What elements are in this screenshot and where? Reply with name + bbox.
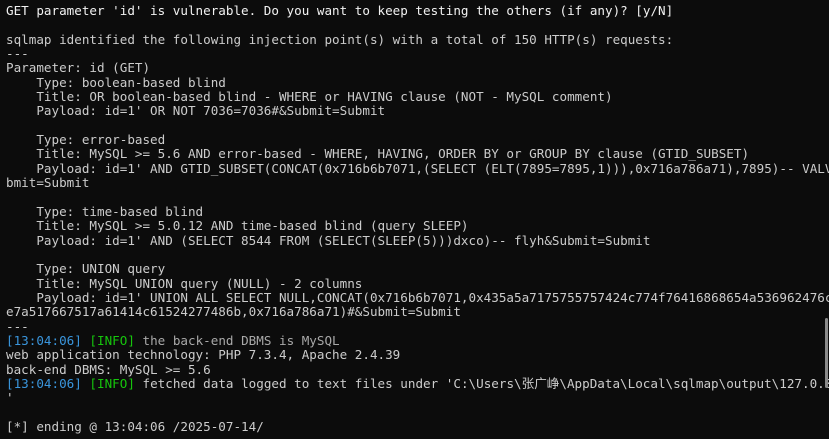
web-tech-line: web application technology: PHP 7.3.4, A… bbox=[6, 348, 401, 363]
injection-title: Title: MySQL UNION query (NULL) - 2 colu… bbox=[6, 276, 363, 291]
identified-line: sqlmap identified the following injectio… bbox=[6, 32, 674, 47]
ending-line: [*] ending @ 13:04:06 /2025-07-14/ bbox=[6, 419, 264, 434]
injection-title: Title: MySQL >= 5.6 AND error-based - WH… bbox=[6, 147, 750, 162]
log-line: [13:04:06] [INFO] fetched data logged to… bbox=[6, 377, 829, 391]
log-message: the back-end DBMS is MySQL bbox=[134, 333, 340, 348]
log-line-wrap: ' bbox=[6, 391, 14, 406]
log-message: fetched data logged to text files under … bbox=[134, 376, 829, 391]
prompt-line: GET parameter 'id' is vulnerable. Do you… bbox=[6, 4, 674, 18]
log-level: [INFO] bbox=[89, 333, 135, 348]
log-line: [13:04:06] [INFO] the back-end DBMS is M… bbox=[6, 334, 829, 348]
injection-payload-wrap: bmit=Submit bbox=[6, 176, 90, 191]
injection-payload: Payload: id=1' AND GTID_SUBSET(CONCAT(0x… bbox=[6, 161, 829, 176]
log-timestamp: [13:04:06] bbox=[6, 333, 82, 348]
injection-payload: Payload: id=1' AND (SELECT 8544 FROM (SE… bbox=[6, 233, 651, 248]
terminal-window[interactable]: GET parameter 'id' is vulnerable. Do you… bbox=[0, 0, 829, 439]
injection-payload: Payload: id=1' UNION ALL SELECT NULL,CON… bbox=[6, 290, 829, 305]
injection-payload-wrap: e7a517667517a61414c61524277486b,0x716a78… bbox=[6, 305, 461, 320]
separator: --- bbox=[6, 47, 29, 62]
injection-type: Type: UNION query bbox=[6, 262, 166, 277]
injection-title: Title: OR boolean-based blind - WHERE or… bbox=[6, 90, 613, 105]
injection-type: Type: boolean-based blind bbox=[6, 75, 226, 90]
injection-payload: Payload: id=1' OR NOT 7036=7036#&Submit=… bbox=[6, 104, 386, 119]
scrollbar-thumb[interactable] bbox=[825, 318, 828, 388]
backend-line: back-end DBMS: MySQL >= 5.6 bbox=[6, 362, 211, 377]
log-level: [INFO] bbox=[89, 376, 135, 391]
parameter-line: Parameter: id (GET) bbox=[6, 61, 151, 76]
injection-type: Type: time-based blind bbox=[6, 204, 204, 219]
log-timestamp: [13:04:06] bbox=[6, 376, 82, 391]
injection-type: Type: error-based bbox=[6, 133, 166, 148]
separator: --- bbox=[6, 319, 29, 334]
injection-title: Title: MySQL >= 5.0.12 AND time-based bl… bbox=[6, 219, 469, 234]
